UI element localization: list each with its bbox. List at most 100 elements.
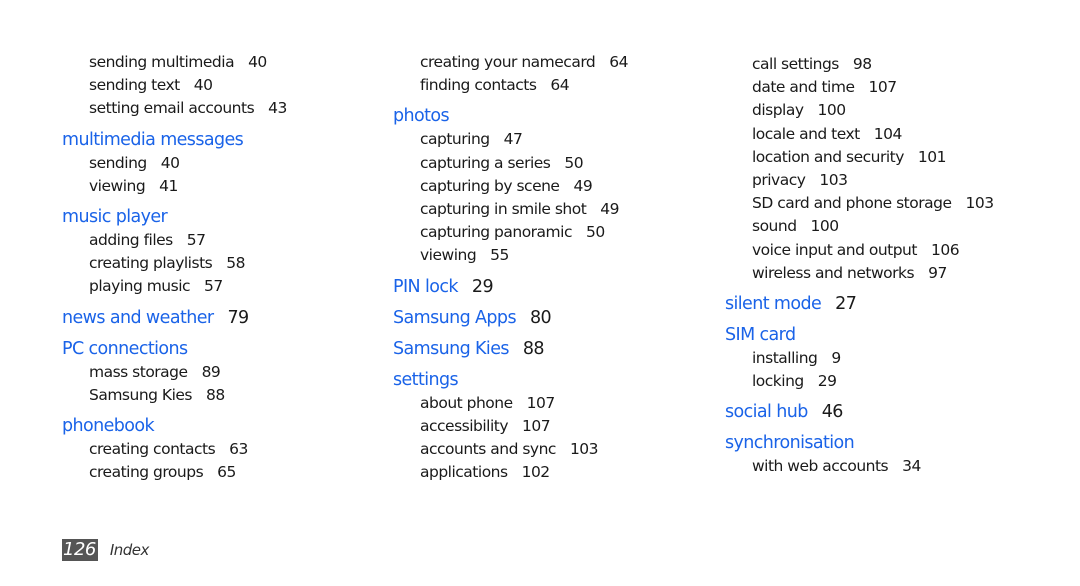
entry-label: capturing by scene xyxy=(420,176,560,195)
entry-page-number: 97 xyxy=(928,263,947,282)
index-subentry: creating your namecard 64 xyxy=(393,51,628,74)
entry-label: voice input and output xyxy=(752,240,917,259)
entry-page-number: 41 xyxy=(159,176,178,195)
entry-page-number: 106 xyxy=(930,240,960,259)
entry-label: mass storage xyxy=(89,362,188,381)
entry-label: capturing xyxy=(420,130,490,149)
entry-page-number: 65 xyxy=(217,463,236,482)
entry-label: PIN lock xyxy=(393,276,459,297)
entry-label: Samsung Apps xyxy=(393,307,517,328)
index-subentry: capturing 47 xyxy=(393,128,628,151)
index-subentry: accounts and sync 103 xyxy=(393,438,628,461)
index-heading: silent mode 27 xyxy=(725,293,994,316)
entry-label: setting email accounts xyxy=(89,99,255,118)
entry-page-number: 63 xyxy=(229,440,248,459)
index-subentry: finding contacts 64 xyxy=(393,74,628,97)
index-subentry: locking 29 xyxy=(725,370,994,393)
entry-page-number: 88 xyxy=(522,338,545,359)
index-subentry: applications 102 xyxy=(393,461,628,484)
entry-page-number: 102 xyxy=(521,463,551,482)
entry-label: sending multimedia xyxy=(89,53,235,71)
index-subentry: installing 9 xyxy=(725,347,994,370)
entry-page-number: 101 xyxy=(917,147,947,166)
index-heading: settings xyxy=(393,369,628,392)
entry-page-number: 50 xyxy=(564,153,584,172)
entry-page-number: 80 xyxy=(529,307,552,328)
index-subentry: adding files 57 xyxy=(62,229,287,252)
entry-page-number: 50 xyxy=(585,223,605,242)
entry-label: synchronisation xyxy=(725,433,855,454)
entry-label: location and security xyxy=(752,147,904,166)
index-heading: news and weather 79 xyxy=(62,307,287,330)
entry-label: settings xyxy=(393,369,459,390)
index-heading: SIM card xyxy=(725,324,994,347)
entry-label: about phone xyxy=(420,393,513,412)
entry-label: phonebook xyxy=(62,416,155,437)
entry-label: locale and text xyxy=(752,124,860,143)
index-subentry: privacy 103 xyxy=(725,169,994,192)
index-subentry: location and security 101 xyxy=(725,146,994,169)
entry-label: SIM card xyxy=(725,325,796,346)
entry-label: installing xyxy=(752,349,818,368)
entry-page-number: 46 xyxy=(821,402,844,423)
index-heading: Samsung Apps 80 xyxy=(393,307,628,330)
index-subentry: playing music 57 xyxy=(62,275,287,298)
entry-page-number: 100 xyxy=(810,217,840,236)
entry-label: Samsung Kies xyxy=(89,385,193,404)
entry-page-number: 49 xyxy=(573,176,593,195)
index-subentry: sending text 40 xyxy=(62,74,287,97)
index-column-1: sending multimedia 40 sending text 40 settin… xyxy=(62,51,287,484)
index-subentry: creating contacts 63 xyxy=(62,438,287,461)
index-heading: music player xyxy=(62,206,287,229)
entry-page-number: 107 xyxy=(868,78,897,97)
entry-page-number: 27 xyxy=(835,294,857,315)
entry-page-number: 103 xyxy=(569,440,599,459)
entry-page-number: 98 xyxy=(852,55,872,73)
entry-page-number: 55 xyxy=(490,246,509,265)
entry-label: creating contacts xyxy=(89,440,216,459)
entry-label: accounts and sync xyxy=(420,440,556,459)
entry-label: finding contacts xyxy=(420,76,537,95)
entry-page-number: 88 xyxy=(206,385,225,404)
entry-page-number: 57 xyxy=(204,277,223,296)
index-subentry: wireless and networks 97 xyxy=(725,262,994,285)
entry-page-number: 49 xyxy=(600,200,620,219)
index-heading: phonebook xyxy=(62,415,287,438)
index-subentry: locale and text 104 xyxy=(725,123,994,146)
index-subentry: sending multimedia 40 xyxy=(62,51,287,74)
entry-label: applications xyxy=(420,463,508,482)
index-heading: Samsung Kies 88 xyxy=(393,338,628,361)
entry-label: news and weather xyxy=(62,307,214,328)
entry-page-number: 79 xyxy=(227,307,249,328)
entry-page-number: 103 xyxy=(965,194,995,213)
entry-page-number: 100 xyxy=(817,101,847,120)
index-heading: multimedia messages xyxy=(62,129,287,152)
entry-page-number: 104 xyxy=(873,124,903,143)
entry-page-number: 40 xyxy=(248,53,267,71)
index-subentry: call settings 98 xyxy=(725,53,994,76)
page-number: 126 xyxy=(62,539,98,561)
entry-label: photos xyxy=(393,106,450,127)
index-heading: photos xyxy=(393,105,628,128)
entry-label: PC connections xyxy=(62,338,188,359)
entry-label: adding files xyxy=(89,231,173,250)
entry-label: accessibility xyxy=(420,416,509,435)
entry-label: creating groups xyxy=(89,463,204,482)
entry-label: music player xyxy=(62,207,168,228)
index-subentry: capturing in smile shot 49 xyxy=(393,198,628,221)
index-subentry: about phone 107 xyxy=(393,392,628,415)
index-subentry: with web accounts 34 xyxy=(725,455,994,478)
entry-label: capturing a series xyxy=(420,153,551,172)
entry-label: sound xyxy=(752,217,797,236)
index-subentry: sending 40 xyxy=(62,152,287,175)
index-subentry: capturing by scene 49 xyxy=(393,175,628,198)
entry-page-number: 58 xyxy=(226,254,245,273)
entry-label: Samsung Kies xyxy=(393,338,509,359)
entry-label: creating playlists xyxy=(89,254,213,273)
entry-page-number: 64 xyxy=(609,53,628,71)
entry-label: wireless and networks xyxy=(752,263,915,282)
index-heading: PIN lock 29 xyxy=(393,276,628,299)
index-column-2: creating your namecard 64 finding contacts… xyxy=(393,51,628,484)
entry-page-number: 9 xyxy=(831,349,841,368)
index-subentry: Samsung Kies 88 xyxy=(62,384,287,407)
